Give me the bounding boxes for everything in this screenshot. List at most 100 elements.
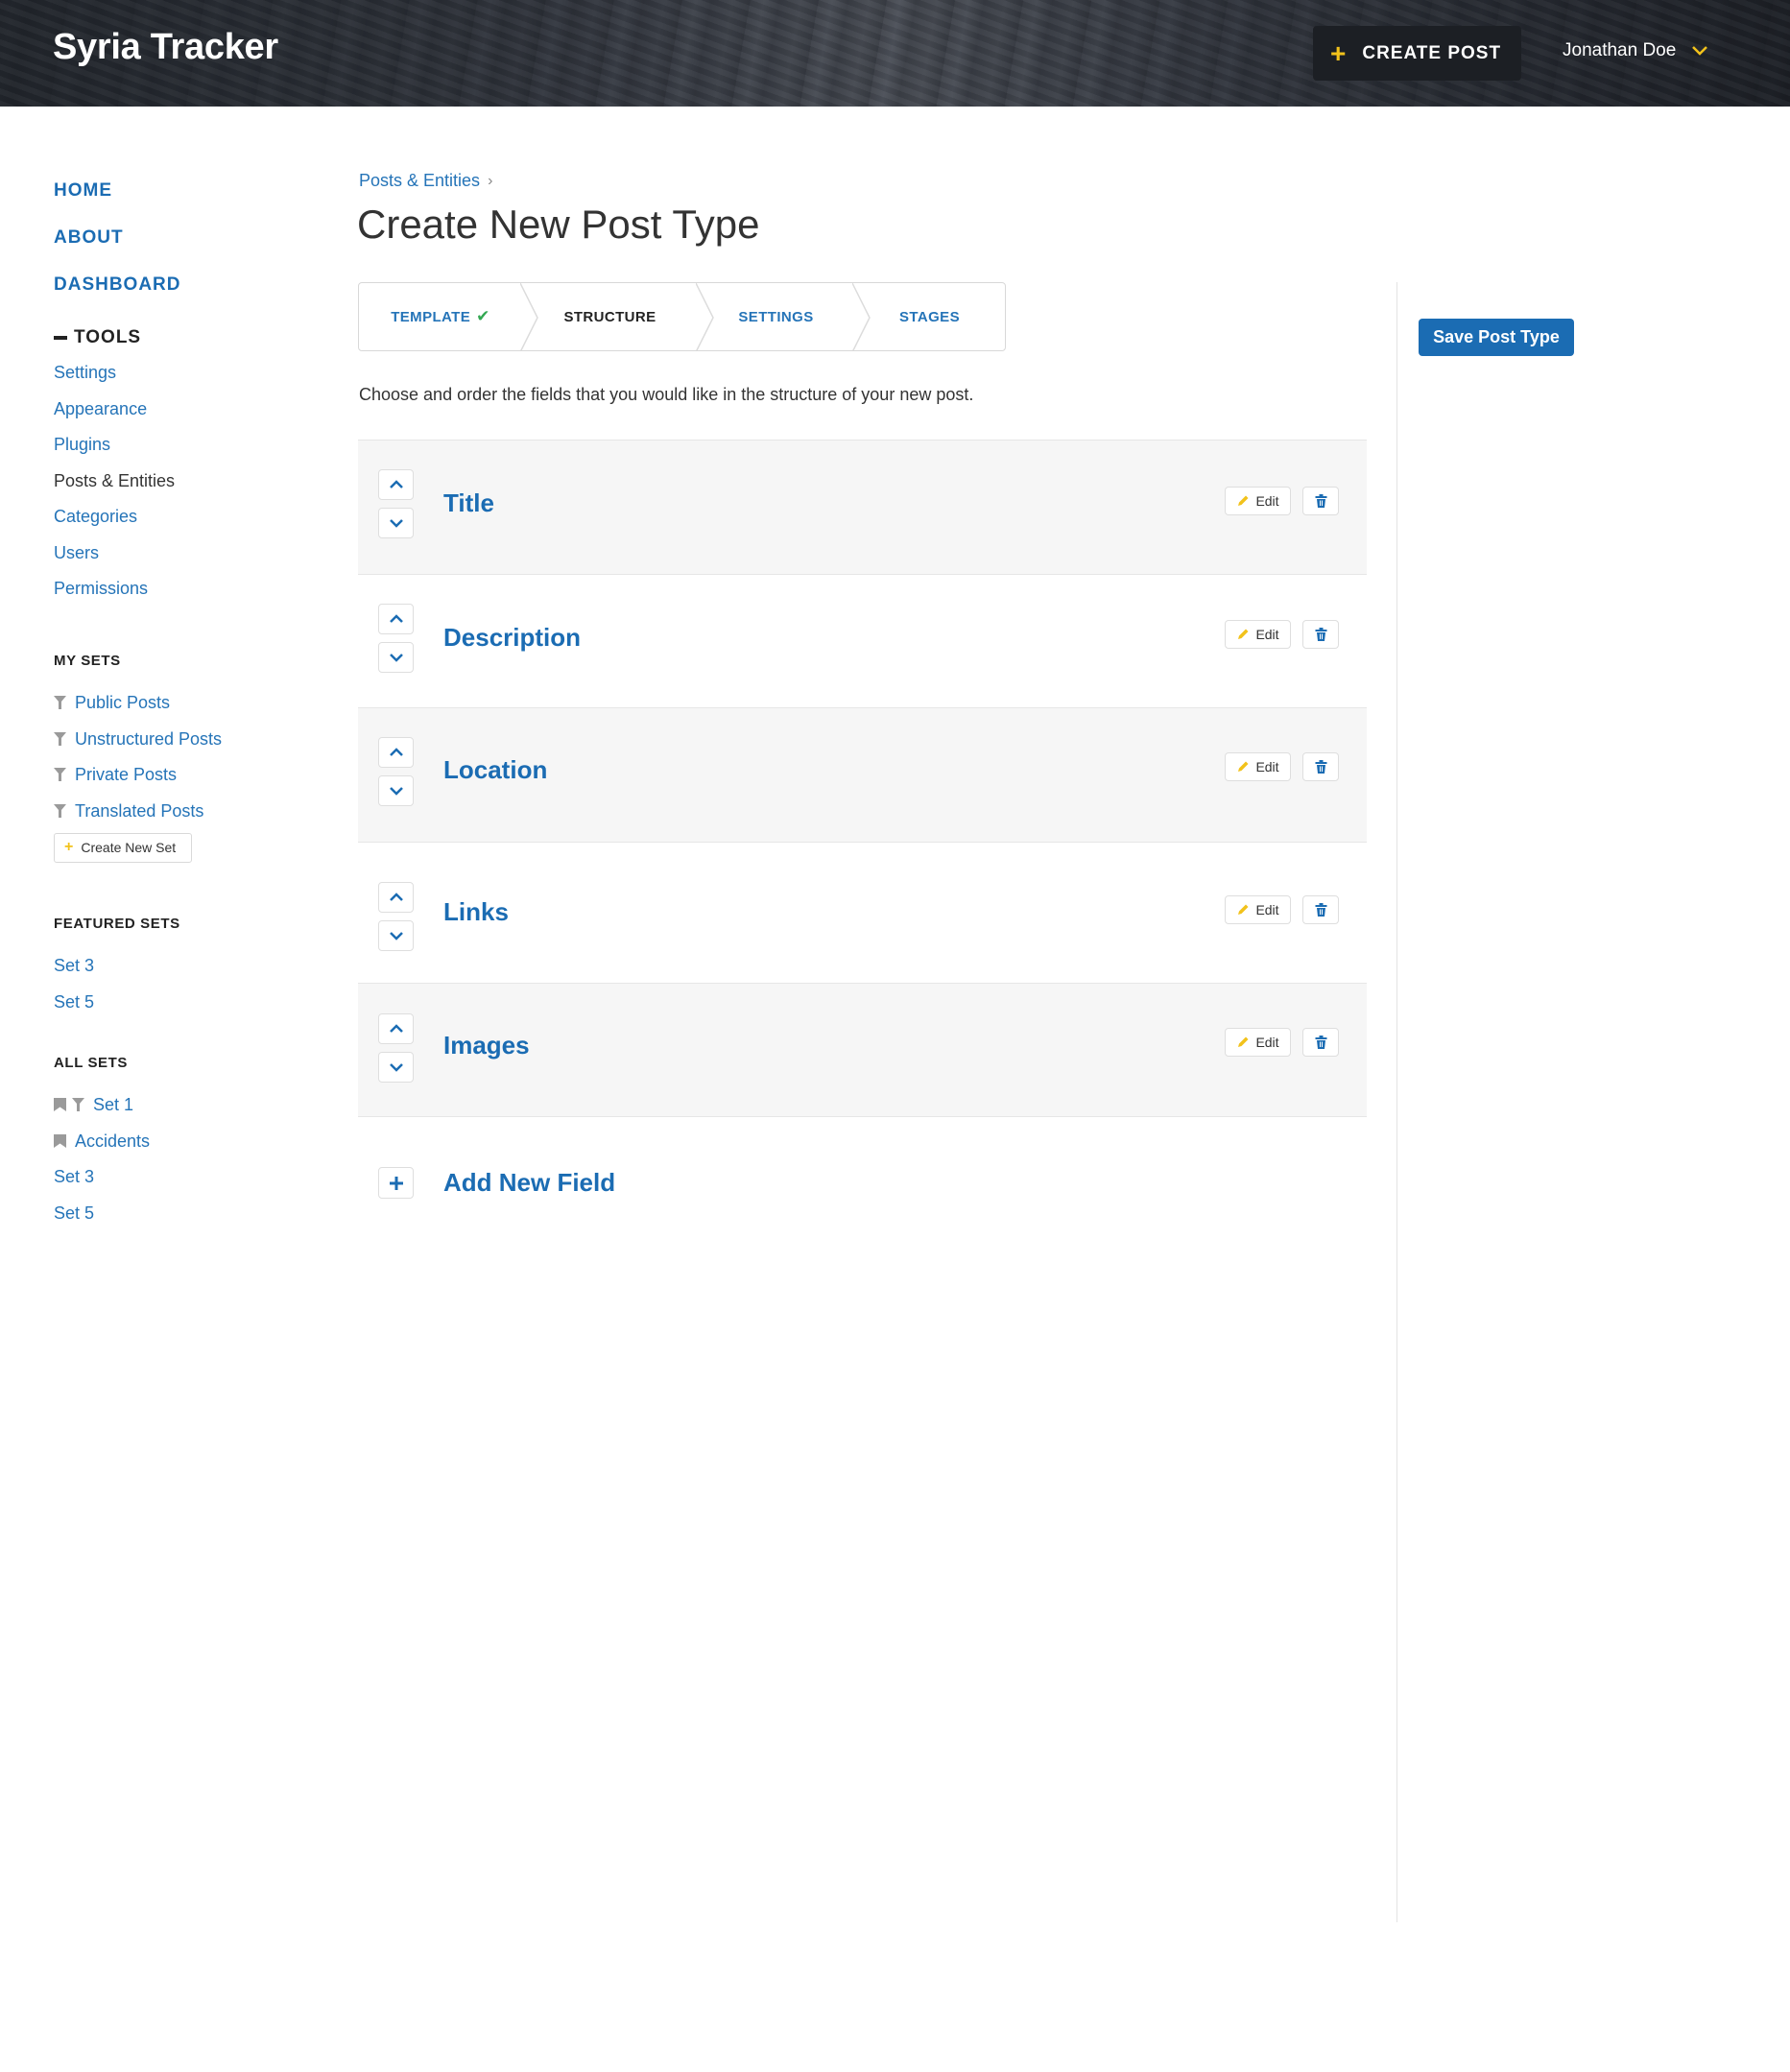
step-template[interactable]: TEMPLATE ✔	[359, 283, 522, 350]
all-set-item-accidents[interactable]: Accidents	[54, 1123, 303, 1159]
move-up-button[interactable]	[378, 737, 414, 768]
delete-button[interactable]	[1302, 895, 1339, 924]
user-menu[interactable]: Jonathan Doe	[1563, 40, 1708, 61]
edit-button[interactable]: Edit	[1225, 895, 1291, 924]
trash-icon	[1315, 760, 1326, 774]
delete-button[interactable]	[1302, 752, 1339, 781]
delete-button[interactable]	[1302, 1028, 1339, 1057]
step-stages[interactable]: STAGES	[854, 283, 1005, 350]
field-name[interactable]: Links	[443, 897, 509, 927]
step-settings[interactable]: SETTINGS	[698, 283, 854, 350]
edit-button[interactable]: Edit	[1225, 620, 1291, 649]
step-structure[interactable]: STRUCTURE	[522, 283, 698, 350]
field-row-location: Location Edit	[358, 707, 1367, 842]
nav-dashboard[interactable]: DASHBOARD	[54, 267, 303, 314]
all-set-item-set-1[interactable]: Set 1	[54, 1087, 303, 1124]
create-new-set-label: Create New Set	[81, 840, 177, 855]
move-up-button[interactable]	[378, 882, 414, 913]
create-post-label: CREATE POST	[1362, 42, 1502, 63]
trash-icon	[1315, 1036, 1326, 1049]
nav-tools[interactable]: TOOLS	[54, 314, 303, 361]
set-item-private-posts[interactable]: Private Posts	[54, 757, 303, 794]
filter-icon	[72, 1098, 84, 1112]
nav-home[interactable]: HOME	[54, 173, 303, 220]
brand-logo[interactable]: Syria Tracker	[53, 27, 278, 68]
create-post-button[interactable]: + CREATE POST	[1313, 26, 1521, 81]
set-item-translated-posts[interactable]: Translated Posts	[54, 793, 303, 829]
field-name[interactable]: Description	[443, 623, 581, 653]
edit-label: Edit	[1255, 493, 1279, 509]
move-down-button[interactable]	[378, 508, 414, 538]
pencil-icon	[1238, 904, 1249, 915]
edit-button[interactable]: Edit	[1225, 1028, 1291, 1057]
all-set-item-set-3[interactable]: Set 3	[54, 1159, 303, 1196]
edit-button[interactable]: Edit	[1225, 752, 1291, 781]
plus-icon: +	[1330, 37, 1348, 68]
pencil-icon	[1238, 761, 1249, 772]
featured-set-item[interactable]: Set 3	[54, 948, 303, 985]
move-down-button[interactable]	[378, 920, 414, 951]
delete-button[interactable]	[1302, 487, 1339, 515]
sidebar-item-posts-entities[interactable]: Posts & Entities	[54, 469, 303, 506]
field-list: Title Edit Description Edit Location Edi…	[358, 440, 1367, 1117]
plus-icon: +	[64, 839, 74, 855]
user-name: Jonathan Doe	[1563, 40, 1677, 60]
nav-about[interactable]: ABOUT	[54, 220, 303, 267]
aside-divider	[1396, 282, 1397, 1922]
save-post-type-button[interactable]: Save Post Type	[1419, 319, 1574, 356]
all-set-item-set-5[interactable]: Set 5	[54, 1195, 303, 1231]
filter-icon	[54, 768, 66, 782]
edit-label: Edit	[1255, 1035, 1279, 1050]
step-label: STAGES	[899, 308, 960, 325]
add-field-plus-box[interactable]	[378, 1167, 414, 1199]
edit-label: Edit	[1255, 627, 1279, 642]
page-title: Create New Post Type	[357, 202, 760, 247]
set-label: Private Posts	[75, 765, 178, 785]
chevron-down-icon	[389, 787, 403, 796]
sidebar-item-users[interactable]: Users	[54, 541, 303, 578]
chevron-right-icon: ›	[488, 172, 493, 189]
field-row-images: Images Edit	[358, 983, 1367, 1117]
filter-icon	[54, 731, 66, 746]
set-item-unstructured-posts[interactable]: Unstructured Posts	[54, 721, 303, 757]
filter-icon	[54, 696, 66, 710]
move-up-button[interactable]	[378, 1013, 414, 1044]
pencil-icon	[1238, 1036, 1249, 1047]
intro-text: Choose and order the fields that you wou…	[359, 385, 974, 404]
move-down-button[interactable]	[378, 642, 414, 673]
all-sets-heading: ALL SETS	[54, 1054, 129, 1071]
field-name[interactable]: Location	[443, 755, 547, 785]
field-name[interactable]: Images	[443, 1031, 530, 1060]
add-new-field-button[interactable]: Add New Field	[378, 1167, 615, 1199]
chevron-down-icon	[389, 932, 403, 941]
set-label: Public Posts	[75, 693, 171, 713]
breadcrumb-link[interactable]: Posts & Entities	[359, 171, 480, 191]
step-wizard: TEMPLATE ✔ STRUCTURE SETTINGS STAGES	[358, 282, 1006, 351]
field-name[interactable]: Title	[443, 488, 494, 518]
delete-button[interactable]	[1302, 620, 1339, 649]
sidebar-item-plugins[interactable]: Plugins	[54, 433, 303, 469]
sidebar-item-categories[interactable]: Categories	[54, 505, 303, 541]
move-up-button[interactable]	[378, 469, 414, 500]
move-down-button[interactable]	[378, 1052, 414, 1083]
chevron-down-icon	[389, 654, 403, 662]
sidebar-item-settings[interactable]: Settings	[54, 361, 303, 397]
step-label: TEMPLATE	[391, 308, 471, 325]
set-item-public-posts[interactable]: Public Posts	[54, 685, 303, 722]
move-up-button[interactable]	[378, 604, 414, 634]
app-header: Syria Tracker + CREATE POST Jonathan Doe	[0, 0, 1790, 107]
chevron-up-icon	[389, 1024, 403, 1033]
create-new-set-button[interactable]: + Create New Set	[54, 832, 193, 863]
field-row-title: Title Edit	[358, 440, 1367, 574]
set-label: Translated Posts	[75, 800, 204, 821]
move-down-button[interactable]	[378, 775, 414, 806]
chevron-down-icon	[389, 1063, 403, 1072]
edit-button[interactable]: Edit	[1225, 487, 1291, 515]
breadcrumb[interactable]: Posts & Entities ›	[359, 171, 492, 191]
set-label: Accidents	[75, 1131, 151, 1151]
featured-set-item[interactable]: Set 5	[54, 984, 303, 1020]
chevron-up-icon	[389, 480, 403, 488]
plus-icon	[389, 1176, 403, 1190]
sidebar-item-appearance[interactable]: Appearance	[54, 397, 303, 434]
sidebar-item-permissions[interactable]: Permissions	[54, 577, 303, 613]
